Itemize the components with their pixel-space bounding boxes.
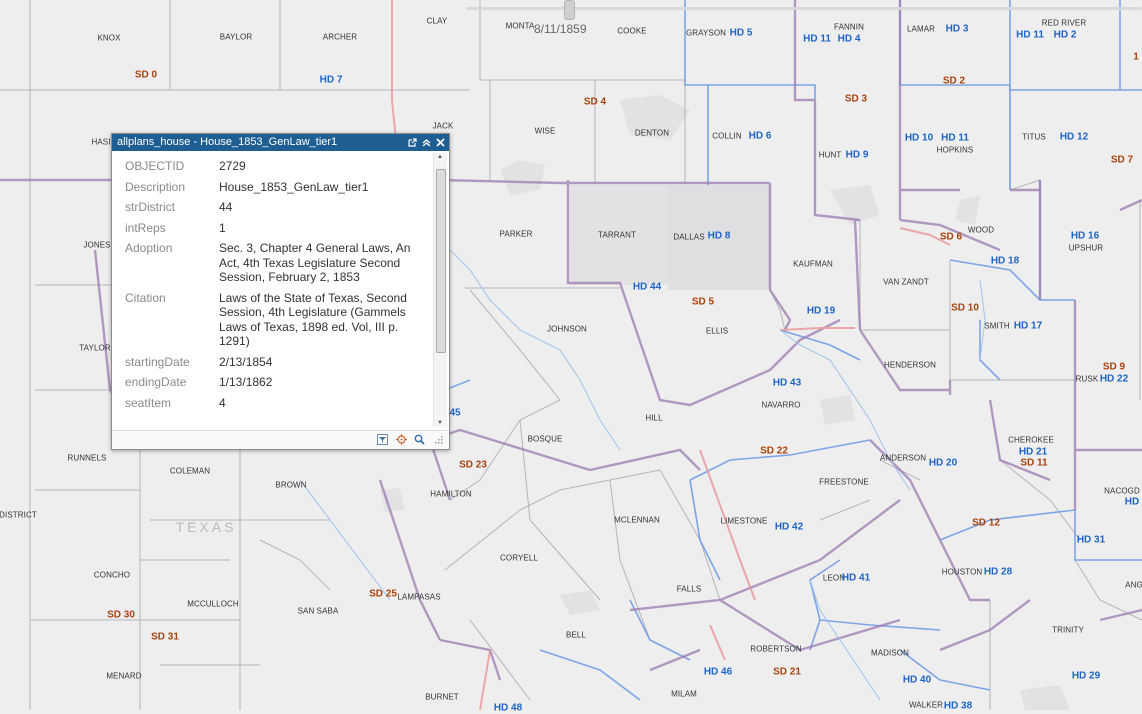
attribute-row: seatItem 4 (122, 396, 419, 417)
attribute-value: 1 (219, 220, 226, 235)
close-icon[interactable] (436, 138, 445, 147)
popup-footer (112, 430, 449, 449)
popup-titlebar: allplans_house - House_1853_GenLaw_tier1 (112, 134, 449, 151)
attribute-row: Adoption Sec. 3, Chapter 4 General Laws, … (122, 241, 419, 291)
attribute-table: OBJECTID 2729 Description House_1853_GenLaw… (122, 159, 419, 416)
attribute-row: strDistrict 44 (122, 200, 419, 221)
scroll-down-arrow-icon[interactable]: ▼ (437, 420, 443, 426)
popup-title: allplans_house - House_1853_GenLaw_tier1 (117, 136, 338, 148)
attribute-row: OBJECTID 2729 (122, 159, 419, 180)
attribute-row: endingDate 1/13/1862 (122, 375, 419, 396)
locate-target-icon[interactable] (396, 434, 407, 445)
attribute-value: 2729 (219, 159, 246, 173)
feature-popup[interactable]: allplans_house - House_1853_GenLaw_tier1… (111, 133, 450, 450)
attribute-key: seatItem (125, 395, 172, 410)
attribute-value: House_1853_GenLaw_tier1 (219, 179, 369, 194)
attribute-key: startingDate (125, 354, 190, 369)
scroll-up-arrow-icon[interactable]: ▲ (437, 154, 443, 160)
popup-scrollbar[interactable]: ▲ ▼ (433, 153, 447, 427)
time-slider-thumb[interactable] (564, 0, 575, 20)
attribute-value: 4 (219, 395, 226, 410)
attribute-value: Sec. 3, Chapter 4 General Laws, An Act, … (219, 241, 411, 284)
attribute-value: 1/13/1862 (219, 375, 273, 389)
external-link-icon[interactable] (408, 138, 417, 147)
attribute-row: Description House_1853_GenLaw_tier1 (122, 180, 419, 201)
attribute-row: startingDate 2/13/1854 (122, 355, 419, 376)
collapse-chevrons-icon[interactable] (422, 138, 431, 147)
attribute-key: Citation (125, 290, 166, 305)
attribute-key: Description (125, 179, 186, 194)
attribute-row: intReps 1 (122, 221, 419, 242)
attribute-key: OBJECTID (125, 159, 185, 173)
popup-content: OBJECTID 2729 Description House_1853_GenLaw… (112, 151, 432, 429)
attribute-value: 44 (219, 200, 233, 214)
time-slider[interactable]: 8/11/1859 (462, 0, 1142, 36)
attribute-row: Citation Laws of the State of Texas, Seco… (122, 291, 419, 355)
time-slider-date: 8/11/1859 (534, 22, 587, 36)
scrollbar-thumb[interactable] (436, 169, 446, 353)
attribute-key: endingDate (125, 375, 187, 389)
resize-grip-icon[interactable] (433, 434, 444, 445)
attribute-key: strDistrict (125, 200, 175, 214)
attribute-key: intReps (125, 220, 166, 235)
zoom-to-icon[interactable] (414, 434, 425, 445)
attribute-value: Laws of the State of Texas, Second Sessi… (219, 290, 407, 349)
state-label: TEXAS (175, 519, 237, 535)
filter-icon[interactable] (377, 434, 388, 445)
attribute-value: 2/13/1854 (219, 354, 273, 369)
attribute-key: Adoption (125, 241, 173, 255)
